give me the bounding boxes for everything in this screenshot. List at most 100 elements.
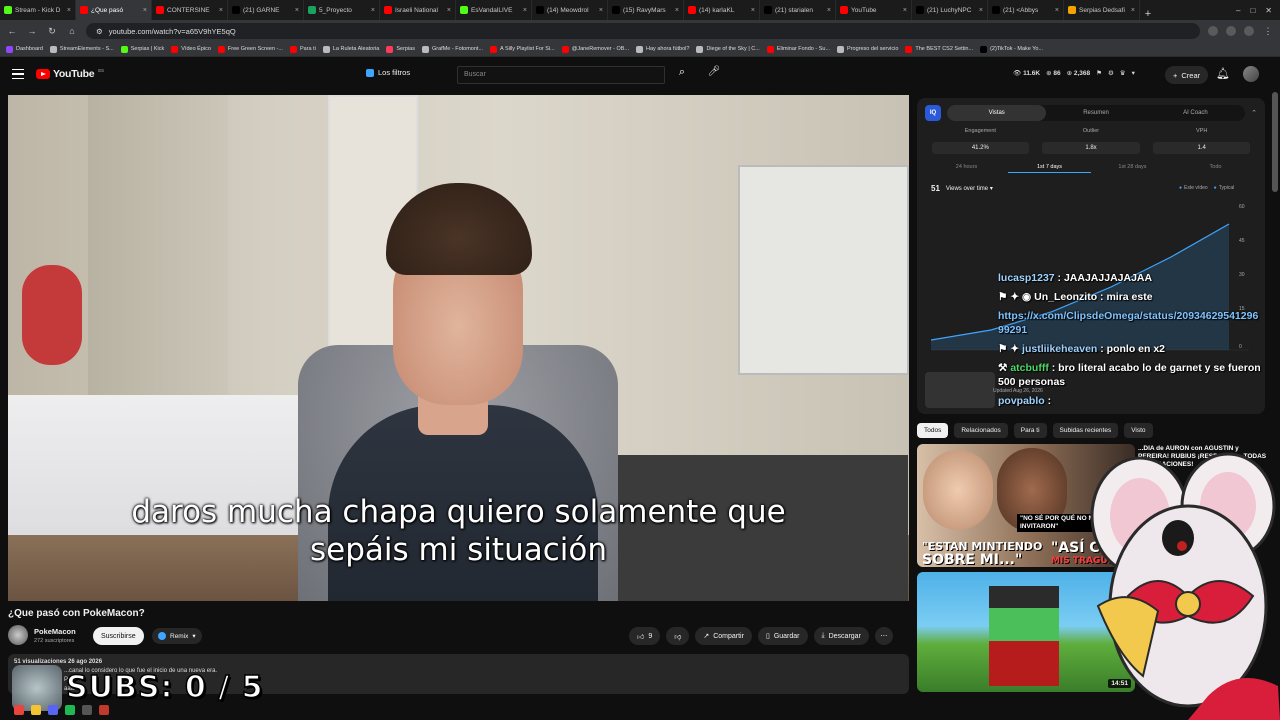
browser-tab[interactable]: (21) LuchyNPC × (912, 0, 988, 20)
extension-icon[interactable] (1208, 26, 1218, 36)
profile-icon[interactable] (1244, 26, 1254, 36)
save-button[interactable]: ▯ Guardar (757, 627, 808, 645)
obs-icon[interactable] (82, 705, 92, 715)
browser-tab[interactable]: Serpias Dedsafi × (1064, 0, 1140, 20)
browser-tab[interactable]: (21) starialen × (760, 0, 836, 20)
download-button[interactable]: ⤓ Descargar (813, 627, 869, 645)
bookmark-item[interactable]: A Silly Playlist For Si... (490, 45, 555, 53)
bookmark-star-icon[interactable] (1226, 26, 1236, 36)
folder-icon[interactable] (31, 705, 41, 715)
range-7d[interactable]: 1st 7 days (1008, 164, 1091, 173)
chip-relacionados[interactable]: Relacionados (954, 423, 1008, 438)
bookmark-item[interactable]: Progreso del servicio (837, 45, 898, 53)
browser-tab[interactable]: (14) Meowdrol × (532, 0, 608, 20)
chip-visto[interactable]: Visto (1124, 423, 1153, 438)
close-tab-icon[interactable]: × (1131, 7, 1135, 14)
close-tab-icon[interactable]: × (599, 7, 603, 14)
new-tab-button[interactable]: + (1140, 8, 1156, 20)
bookmark-item[interactable]: Free Green Screen -... (217, 45, 283, 53)
notifications-bell-icon[interactable]: 🔔︎ (1216, 67, 1230, 80)
channel-avatar[interactable] (8, 625, 28, 645)
bookmark-item[interactable]: Serpias | Kick (120, 45, 164, 53)
close-tab-icon[interactable]: × (903, 7, 907, 14)
views-dropdown[interactable]: Views over time ▾ (946, 185, 993, 192)
home-icon[interactable]: ⌂ (66, 26, 78, 36)
browser-tab[interactable]: YouTube × (836, 0, 912, 20)
url-field[interactable]: ⚙ youtube.com/watch?v=a65V9hYE5qQ (86, 23, 1200, 39)
search-input[interactable]: Buscar (457, 66, 665, 84)
range-all[interactable]: Todo (1174, 164, 1257, 173)
search-icon[interactable]: ⌕ (669, 66, 695, 84)
forward-icon[interactable]: → (26, 26, 38, 36)
create-button[interactable]: + Crear (1165, 66, 1209, 84)
recommended-thumbnail-1[interactable]: "NO SÉ POR QUÉ NO ME INVITARON" "ESTAN M… (917, 444, 1135, 567)
more-actions-button[interactable]: ⋯ (874, 627, 893, 645)
browser-tab[interactable]: Stream - Kick D × (0, 0, 76, 20)
chrome-icon[interactable] (14, 705, 24, 715)
maximize-icon[interactable]: □ (1250, 6, 1255, 15)
close-window-icon[interactable]: ✕ (1265, 6, 1272, 15)
microphone-icon[interactable]: 🎤︎ (704, 66, 724, 84)
browser-tab[interactable]: EsVandalLIVE × (456, 0, 532, 20)
app-icon[interactable] (99, 705, 109, 715)
site-info-icon[interactable]: ⚙ (96, 27, 103, 36)
tab-resumen[interactable]: Resumen (1046, 105, 1145, 121)
recommended-title-1[interactable]: ...DIA de AURON con AGUSTIN y PEREIRA! R… (1138, 445, 1268, 469)
bookmark-item[interactable]: Vídeo Épico (171, 45, 211, 53)
bookmark-item[interactable]: @JaneRemover - OB... (561, 45, 629, 53)
browser-tab[interactable]: (21) GARNE × (228, 0, 304, 20)
close-tab-icon[interactable]: × (675, 7, 679, 14)
recommended-thumbnail-2[interactable]: 14:51 (917, 572, 1135, 692)
minimize-icon[interactable]: – (1236, 6, 1240, 15)
range-24h[interactable]: 24 hours (925, 164, 1008, 173)
video-player[interactable]: daros mucha chapa quiero solamente que s… (8, 95, 909, 601)
range-28d[interactable]: 1st 28 days (1091, 164, 1174, 173)
subscribe-button[interactable]: Suscribirse (93, 627, 144, 645)
bookmark-item[interactable]: Diege of the Sky | C... (696, 45, 760, 53)
youtube-logo[interactable]: YouTube ES (36, 68, 104, 80)
browser-tab[interactable]: CONTERSINE × (152, 0, 228, 20)
translate-icon[interactable]: ⚙ (1108, 69, 1114, 77)
close-tab-icon[interactable]: × (447, 7, 451, 14)
like-button[interactable]: 👍︎ 9 (629, 627, 661, 645)
tab-vistas[interactable]: Vistas (947, 105, 1047, 121)
close-tab-icon[interactable]: × (523, 7, 527, 14)
account-avatar[interactable] (1243, 66, 1259, 82)
close-tab-icon[interactable]: × (143, 7, 147, 14)
bookmark-item[interactable]: Eliminar Fondo - Su... (766, 45, 830, 53)
chip-todos[interactable]: Todos (917, 423, 949, 438)
browser-tab[interactable]: (15) RavyMars × (608, 0, 684, 20)
close-tab-icon[interactable]: × (295, 7, 299, 14)
bookmark-item[interactable]: The BEST CS2 Settin... (905, 45, 973, 53)
collapse-icon[interactable]: ⌃ (1251, 109, 1257, 117)
close-tab-icon[interactable]: × (1055, 7, 1059, 14)
bookmark-item[interactable]: StreamElements - S... (49, 45, 114, 53)
close-tab-icon[interactable]: × (371, 7, 375, 14)
close-tab-icon[interactable]: × (67, 7, 71, 14)
close-tab-icon[interactable]: × (827, 7, 831, 14)
crown-icon[interactable]: ♛ (1120, 69, 1126, 77)
extension-icon[interactable]: ⚑ (1096, 69, 1102, 77)
chat-link[interactable]: https://x.com/ClipsdeOmega/status/209346… (998, 309, 1264, 337)
bookmark-item[interactable]: Para ti (289, 45, 316, 53)
close-tab-icon[interactable]: × (751, 7, 755, 14)
bookmark-item[interactable]: Hay ahora fútbol? (636, 45, 689, 53)
bookmark-item[interactable]: GrafMe - Fotomont... (422, 45, 483, 53)
dislike-button[interactable]: 👎︎ (666, 627, 690, 645)
menu-icon[interactable] (12, 69, 24, 79)
reload-icon[interactable]: ↻ (46, 26, 58, 37)
bookmark-item[interactable]: (2)TikTok - Make Yo... (980, 45, 1043, 53)
chip-subidas-recientes[interactable]: Subidas recientes (1052, 423, 1119, 438)
filters-button[interactable]: Los filtros (366, 68, 410, 77)
page-scrollbar[interactable] (1272, 92, 1278, 192)
spotify-icon[interactable] (65, 705, 75, 715)
discord-icon[interactable] (48, 705, 58, 715)
bookmark-item[interactable]: La Ruleta Aleatoria (322, 45, 379, 53)
browser-menu-icon[interactable]: ⋮ (1262, 26, 1274, 37)
browser-tab[interactable]: (14) karlaKL × (684, 0, 760, 20)
share-button[interactable]: ↗ Compartir (695, 627, 752, 645)
chevron-down-icon[interactable]: ▾ (1132, 69, 1135, 77)
back-icon[interactable]: ← (6, 26, 18, 36)
browser-tab[interactable]: 5_Proyecto × (304, 0, 380, 20)
bookmark-item[interactable]: Dashboard (6, 45, 43, 53)
